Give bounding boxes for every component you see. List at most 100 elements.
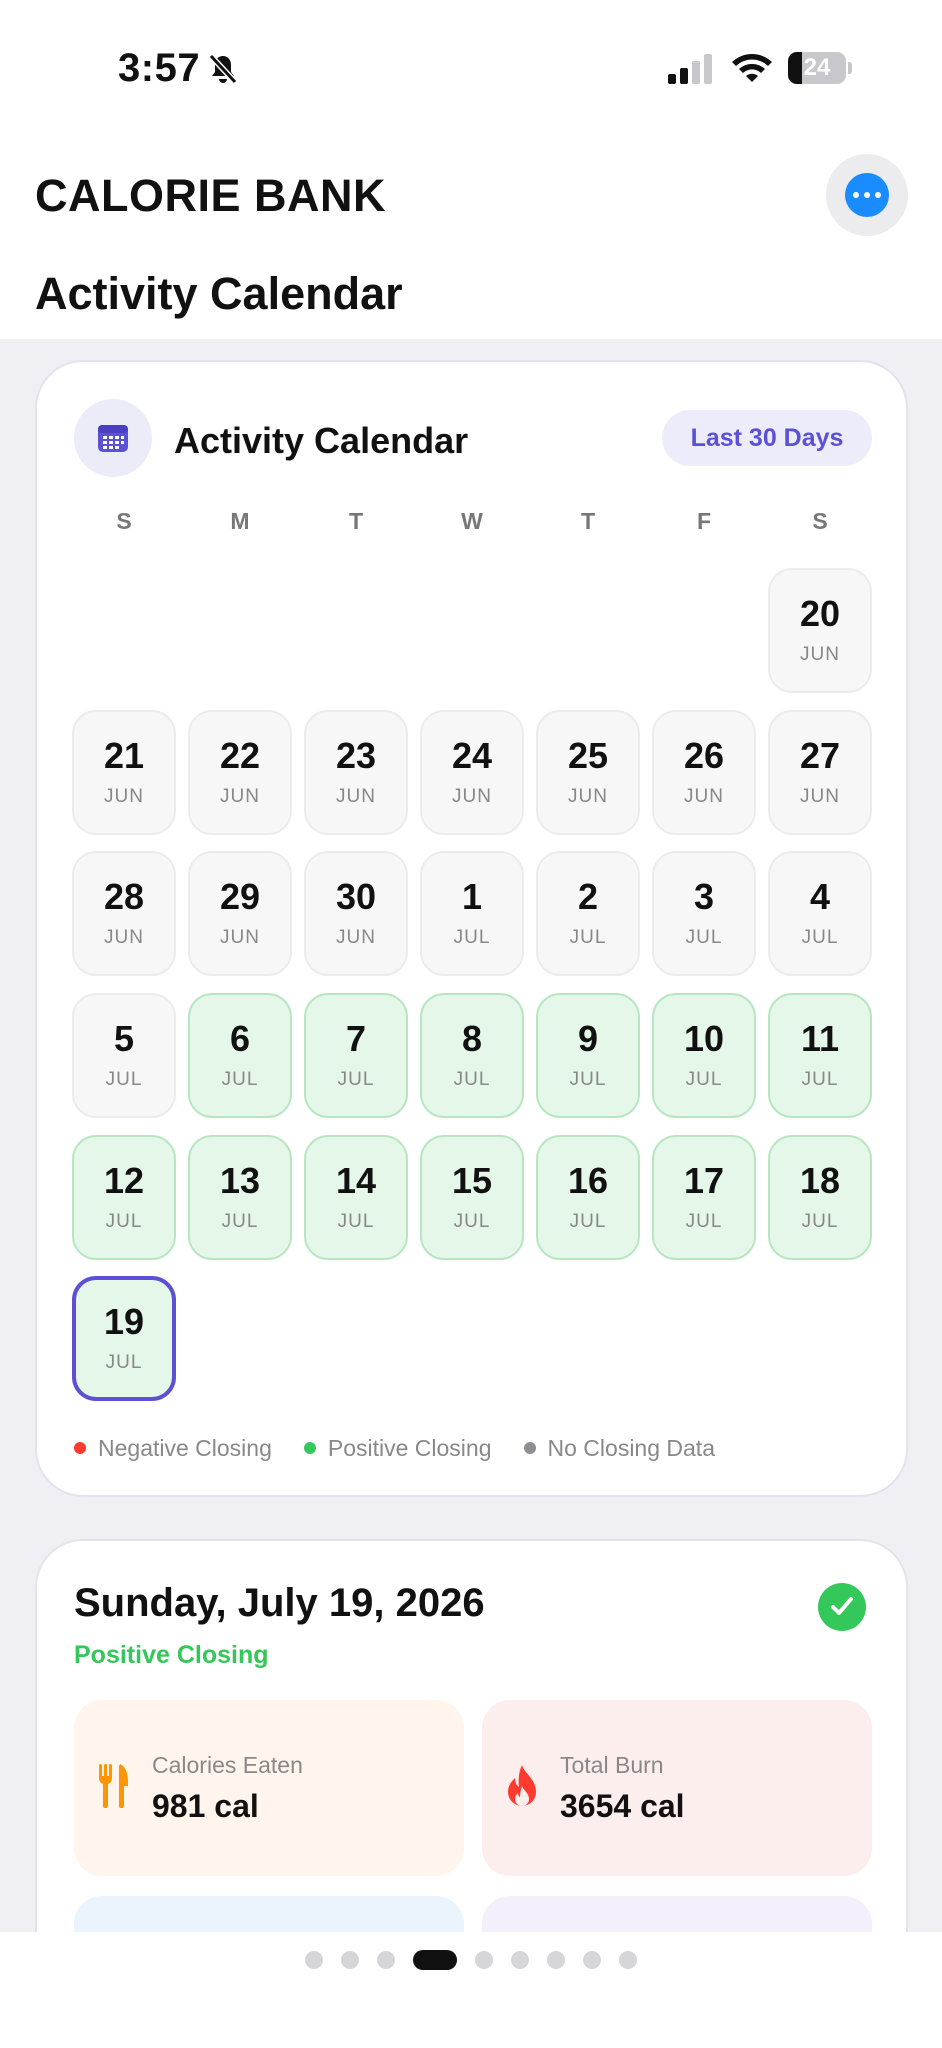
calendar-day[interactable]: 5 JUL bbox=[72, 993, 176, 1118]
page-dot[interactable] bbox=[511, 1951, 529, 1969]
legend-dot bbox=[303, 1442, 316, 1454]
activity-calendar-card: Activity Calendar Last 30 Days SMTWTFS 2… bbox=[35, 360, 908, 1497]
legend-item: Negative Closing bbox=[74, 1435, 272, 1462]
page-dot[interactable] bbox=[377, 1951, 395, 1969]
day-number: 13 bbox=[219, 1160, 261, 1201]
stat-value: 3654 cal bbox=[560, 1788, 685, 1824]
day-month: JUL bbox=[105, 1211, 143, 1232]
calendar-day[interactable]: 8 JUL bbox=[420, 993, 524, 1118]
calendar-day[interactable]: 28 JUN bbox=[72, 851, 176, 976]
day-month: JUL bbox=[337, 1211, 375, 1232]
day-number: 18 bbox=[799, 1160, 841, 1201]
calendar-day[interactable]: 27 JUN bbox=[768, 710, 872, 835]
page-dot[interactable] bbox=[619, 1951, 637, 1969]
page-dot[interactable] bbox=[475, 1951, 493, 1969]
day-month: JUL bbox=[221, 1211, 259, 1232]
calendar-day[interactable]: 26 JUN bbox=[652, 710, 756, 835]
page-indicator bbox=[0, 1932, 942, 2048]
stat-card[interactable] bbox=[482, 1896, 872, 1932]
day-number: 4 bbox=[809, 876, 831, 917]
calendar-day[interactable]: 2 JUL bbox=[536, 851, 640, 976]
page-dot[interactable] bbox=[583, 1951, 601, 1969]
day-number: 14 bbox=[335, 1160, 377, 1201]
battery-body: 24 bbox=[788, 52, 846, 84]
more-options-button[interactable] bbox=[826, 154, 908, 236]
day-month: JUL bbox=[105, 1352, 143, 1373]
day-number: 23 bbox=[335, 735, 377, 776]
day-number: 19 bbox=[103, 1301, 145, 1342]
day-number: 8 bbox=[461, 1018, 483, 1059]
calendar-day-selected[interactable]: 19 JUL bbox=[72, 1276, 176, 1401]
calendar-day[interactable]: 21 JUN bbox=[72, 710, 176, 835]
day-number: 9 bbox=[577, 1018, 599, 1059]
calendar-day[interactable]: 12 JUL bbox=[72, 1135, 176, 1260]
calendar-day[interactable]: 14 JUL bbox=[304, 1135, 408, 1260]
page-dot-active[interactable] bbox=[413, 1950, 457, 1970]
day-number: 17 bbox=[683, 1160, 725, 1201]
calendar-day[interactable]: 22 JUN bbox=[188, 710, 292, 835]
calendar-day[interactable]: 1 JUL bbox=[420, 851, 524, 976]
status-time: 3:57 bbox=[118, 46, 201, 90]
day-month: JUN bbox=[568, 786, 608, 807]
calendar-day[interactable]: 7 JUL bbox=[304, 993, 408, 1118]
legend-label: No Closing Data bbox=[547, 1434, 715, 1461]
calendar-day[interactable]: 18 JUL bbox=[768, 1135, 872, 1260]
day-month: JUL bbox=[453, 1069, 491, 1090]
day-number: 3 bbox=[693, 876, 715, 917]
wifi-icon bbox=[730, 50, 774, 84]
calendar-day[interactable]: 30 JUN bbox=[304, 851, 408, 976]
day-month: JUL bbox=[685, 1069, 723, 1090]
page-dot[interactable] bbox=[547, 1951, 565, 1969]
calendar-day[interactable]: 4 JUL bbox=[768, 851, 872, 976]
calendar-day[interactable]: 6 JUL bbox=[188, 993, 292, 1118]
day-month: JUL bbox=[801, 927, 839, 948]
day-month: JUN bbox=[452, 786, 492, 807]
day-month: JUN bbox=[800, 644, 840, 665]
calendar-day[interactable]: 23 JUN bbox=[304, 710, 408, 835]
day-number: 11 bbox=[800, 1018, 840, 1059]
calendar-day[interactable]: 25 JUN bbox=[536, 710, 640, 835]
day-number: 24 bbox=[451, 735, 493, 776]
day-number: 28 bbox=[103, 876, 145, 917]
day-number: 1 bbox=[461, 876, 483, 917]
page-dot[interactable] bbox=[305, 1951, 323, 1969]
calendar-day[interactable]: 15 JUL bbox=[420, 1135, 524, 1260]
day-number: 10 bbox=[683, 1018, 725, 1059]
flame-icon bbox=[506, 1764, 538, 1813]
day-month: JUL bbox=[685, 927, 723, 948]
day-month: JUL bbox=[337, 1069, 375, 1090]
calendar-day[interactable]: 20 JUN bbox=[768, 568, 872, 693]
scroll-content[interactable]: Activity Calendar Last 30 Days SMTWTFS 2… bbox=[0, 339, 942, 1932]
calendar-day[interactable]: 3 JUL bbox=[652, 851, 756, 976]
calendar-day[interactable]: 24 JUN bbox=[420, 710, 524, 835]
calendar-day[interactable]: 13 JUL bbox=[188, 1135, 292, 1260]
ellipsis-icon bbox=[845, 173, 889, 217]
calendar-day[interactable]: 17 JUL bbox=[652, 1135, 756, 1260]
day-month: JUL bbox=[453, 927, 491, 948]
stat-card[interactable] bbox=[74, 1896, 464, 1932]
day-month: JUN bbox=[684, 786, 724, 807]
page-title: Activity Calendar bbox=[35, 268, 403, 319]
stat-value: 981 cal bbox=[152, 1788, 259, 1824]
calendar-day[interactable]: 10 JUL bbox=[652, 993, 756, 1118]
page-dot[interactable] bbox=[341, 1951, 359, 1969]
legend-label: Positive Closing bbox=[327, 1434, 492, 1461]
calendar-day[interactable]: 9 JUL bbox=[536, 993, 640, 1118]
day-month: JUN bbox=[220, 786, 260, 807]
calendar-legend: Negative Closing Positive Closing No Closi… bbox=[74, 1433, 747, 1463]
day-month: JUN bbox=[336, 927, 376, 948]
total-burn-card[interactable]: Total Burn 3654 cal bbox=[482, 1700, 872, 1876]
day-month: JUN bbox=[104, 927, 144, 948]
fork-knife-icon bbox=[98, 1764, 130, 1813]
battery-cap bbox=[848, 62, 852, 74]
calendar-day[interactable]: 16 JUL bbox=[536, 1135, 640, 1260]
day-number: 15 bbox=[451, 1160, 493, 1201]
legend-label: Negative Closing bbox=[98, 1434, 272, 1461]
day-month: JUL bbox=[569, 1211, 607, 1232]
calendar-day[interactable]: 29 JUN bbox=[188, 851, 292, 976]
day-month: JUL bbox=[453, 1211, 491, 1232]
day-number: 30 bbox=[335, 876, 377, 917]
day-month: JUN bbox=[104, 786, 144, 807]
calories-eaten-card[interactable]: Calories Eaten 981 cal bbox=[74, 1700, 464, 1876]
calendar-day[interactable]: 11 JUL bbox=[768, 993, 872, 1118]
